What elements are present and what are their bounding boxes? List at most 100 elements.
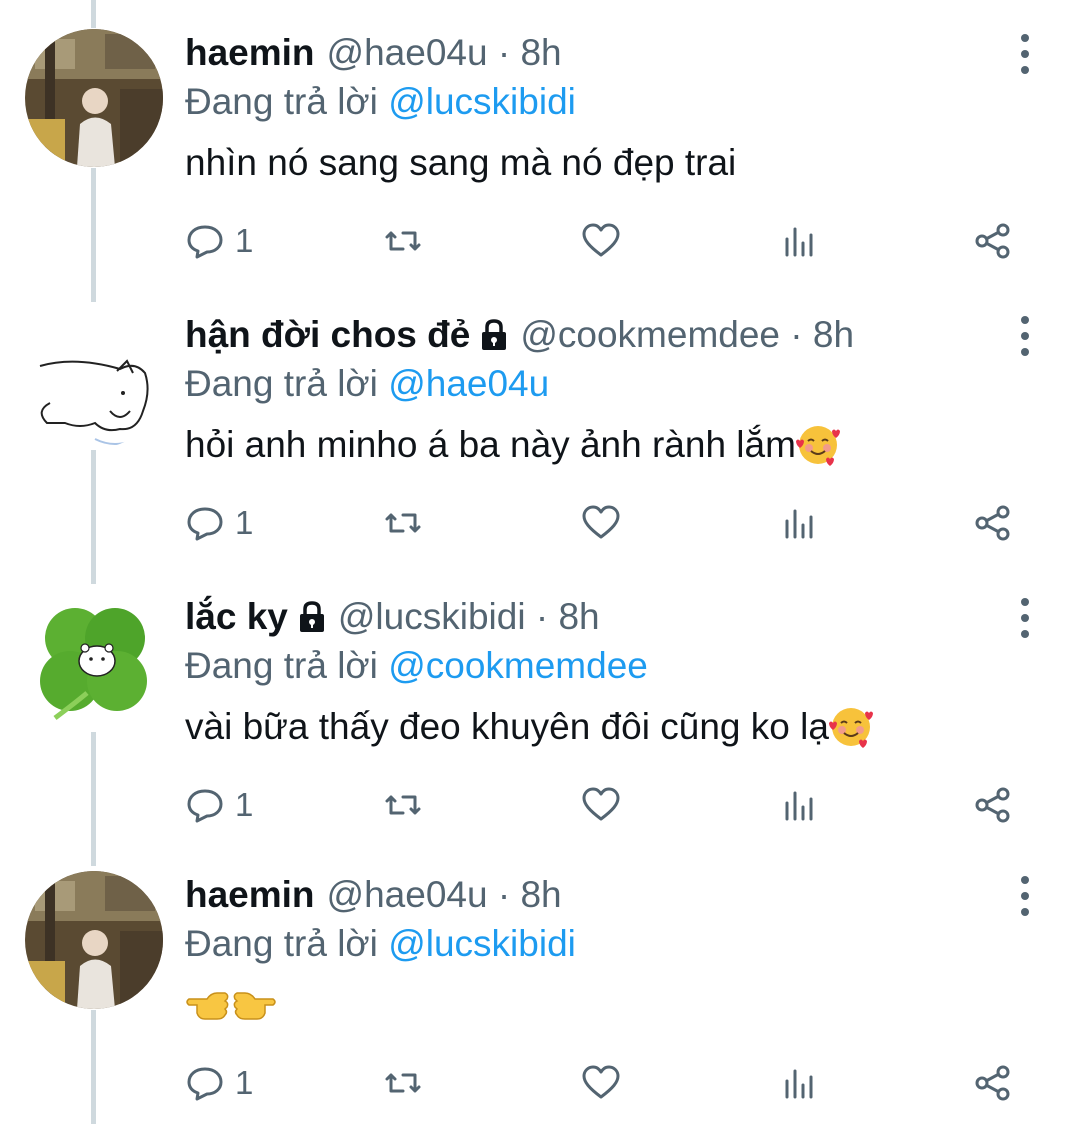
separator-dot: ·	[487, 32, 521, 73]
photo-person-icon	[25, 871, 163, 1009]
analytics-button[interactable]	[779, 1060, 819, 1106]
replying-to: Đang trả lời @lucskibidi	[185, 79, 576, 125]
reply-count: 1	[235, 504, 254, 541]
reply-icon	[187, 789, 223, 823]
heart-icon	[582, 505, 620, 539]
timestamp[interactable]: 8h	[558, 594, 599, 640]
tweet-header: hận đời chos đẻ @cookmemdee · 8h	[185, 312, 854, 358]
pointing-hands-emoji	[186, 992, 276, 1020]
analytics-icon	[785, 227, 813, 257]
tweet-text: nhìn nó sang sang mà nó đẹp trai	[185, 139, 736, 187]
reply-to-mention[interactable]: @cookmemdee	[388, 645, 648, 686]
share-button[interactable]	[973, 1060, 1013, 1106]
action-bar: 1	[185, 218, 1035, 264]
retweet-icon	[385, 795, 421, 815]
avatar[interactable]	[25, 593, 163, 731]
reply-button[interactable]: 1	[185, 1060, 253, 1106]
reply-to-mention[interactable]: @hae04u	[388, 363, 549, 404]
avatar[interactable]	[25, 29, 163, 167]
tweet-text-content: hỏi anh minho á ba này ảnh rành lắm	[185, 424, 796, 465]
share-button[interactable]	[973, 218, 1013, 264]
like-button[interactable]	[581, 218, 621, 264]
retweet-button[interactable]	[383, 782, 423, 828]
reply-to-mention[interactable]: @lucskibidi	[388, 81, 576, 122]
reply-icon	[187, 1067, 223, 1101]
retweet-icon	[385, 513, 421, 533]
more-options-icon[interactable]	[1010, 34, 1040, 74]
replying-to-label: Đang trả lời	[185, 645, 378, 686]
share-button[interactable]	[973, 782, 1013, 828]
like-button[interactable]	[581, 1060, 621, 1106]
share-icon	[975, 505, 1010, 541]
thread-line	[91, 1010, 96, 1124]
display-name[interactable]: haemin	[185, 872, 315, 918]
replying-to-label: Đang trả lời	[185, 363, 378, 404]
display-name[interactable]: haemin	[185, 30, 315, 76]
handle[interactable]: @lucskibidi	[338, 594, 526, 640]
thread-line	[91, 564, 96, 584]
heart-icon	[582, 787, 620, 821]
share-icon	[975, 1065, 1010, 1101]
separator-dot: ·	[487, 874, 521, 915]
reply-thread: haemin @hae04u · 8h Đang trả lời @lucski…	[0, 0, 1080, 1124]
reply-to-mention[interactable]: @lucskibidi	[388, 923, 576, 964]
retweet-button[interactable]	[383, 1060, 423, 1106]
analytics-button[interactable]	[779, 218, 819, 264]
more-options-icon[interactable]	[1010, 316, 1040, 356]
display-name[interactable]: hận đời chos đẻ	[185, 312, 470, 358]
replying-to: Đang trả lời @lucskibidi	[185, 921, 576, 967]
display-name[interactable]: lắc ky	[185, 594, 288, 640]
four-leaf-clover-icon	[25, 593, 163, 731]
reply-button[interactable]: 1	[185, 782, 253, 828]
tweet[interactable]: lắc ky @lucskibidi · 8h Đang trả lời @co…	[0, 564, 1080, 866]
photo-person-icon	[25, 29, 163, 167]
handle[interactable]: @cookmemdee	[520, 312, 780, 358]
lock-icon	[482, 319, 507, 350]
tweet[interactable]: hận đời chos đẻ @cookmemdee · 8h Đang tr…	[0, 282, 1080, 584]
separator-dot: ·	[780, 314, 813, 355]
smiling-face-with-hearts-emoji	[795, 426, 840, 466]
like-button[interactable]	[581, 782, 621, 828]
share-button[interactable]	[973, 500, 1013, 546]
avatar[interactable]	[25, 311, 163, 449]
action-bar: 1	[185, 782, 1035, 828]
separator-dot: ·	[525, 596, 559, 637]
action-bar: 1	[185, 500, 1035, 546]
tweet[interactable]: haemin @hae04u · 8h Đang trả lời @lucski…	[0, 842, 1080, 1124]
handle[interactable]: @hae04u	[327, 872, 488, 918]
retweet-button[interactable]	[383, 218, 423, 264]
thread-line	[91, 282, 96, 302]
analytics-button[interactable]	[779, 782, 819, 828]
reply-button[interactable]: 1	[185, 218, 253, 264]
reply-count: 1	[235, 222, 254, 259]
more-options-icon[interactable]	[1010, 876, 1040, 916]
timestamp[interactable]: 8h	[520, 872, 561, 918]
tweet-text	[185, 981, 277, 1025]
heart-icon	[582, 223, 620, 257]
more-options-icon[interactable]	[1010, 598, 1040, 638]
reply-count: 1	[235, 786, 254, 823]
analytics-button[interactable]	[779, 500, 819, 546]
tweet[interactable]: haemin @hae04u · 8h Đang trả lời @lucski…	[0, 0, 1080, 302]
reply-icon	[187, 225, 223, 259]
avatar[interactable]	[25, 871, 163, 1009]
like-button[interactable]	[581, 500, 621, 546]
lock-icon	[299, 601, 324, 632]
tweet-text-content: vài bữa thấy đeo khuyên đôi cũng ko lạ	[185, 706, 829, 747]
tweet-header: haemin @hae04u · 8h	[185, 30, 562, 76]
share-icon	[975, 223, 1010, 259]
replying-to-label: Đang trả lời	[185, 923, 378, 964]
retweet-button[interactable]	[383, 500, 423, 546]
action-bar: 1	[185, 1060, 1035, 1106]
replying-to-label: Đang trả lời	[185, 81, 378, 122]
analytics-icon	[785, 1069, 813, 1099]
retweet-icon	[385, 231, 421, 251]
share-icon	[975, 787, 1010, 823]
handle[interactable]: @hae04u	[327, 30, 488, 76]
tweet-header: lắc ky @lucskibidi · 8h	[185, 594, 600, 640]
timestamp[interactable]: 8h	[813, 312, 854, 358]
thread-line	[91, 0, 96, 28]
tweet-text-content: nhìn nó sang sang mà nó đẹp trai	[185, 142, 737, 183]
reply-button[interactable]: 1	[185, 500, 253, 546]
timestamp[interactable]: 8h	[520, 30, 561, 76]
